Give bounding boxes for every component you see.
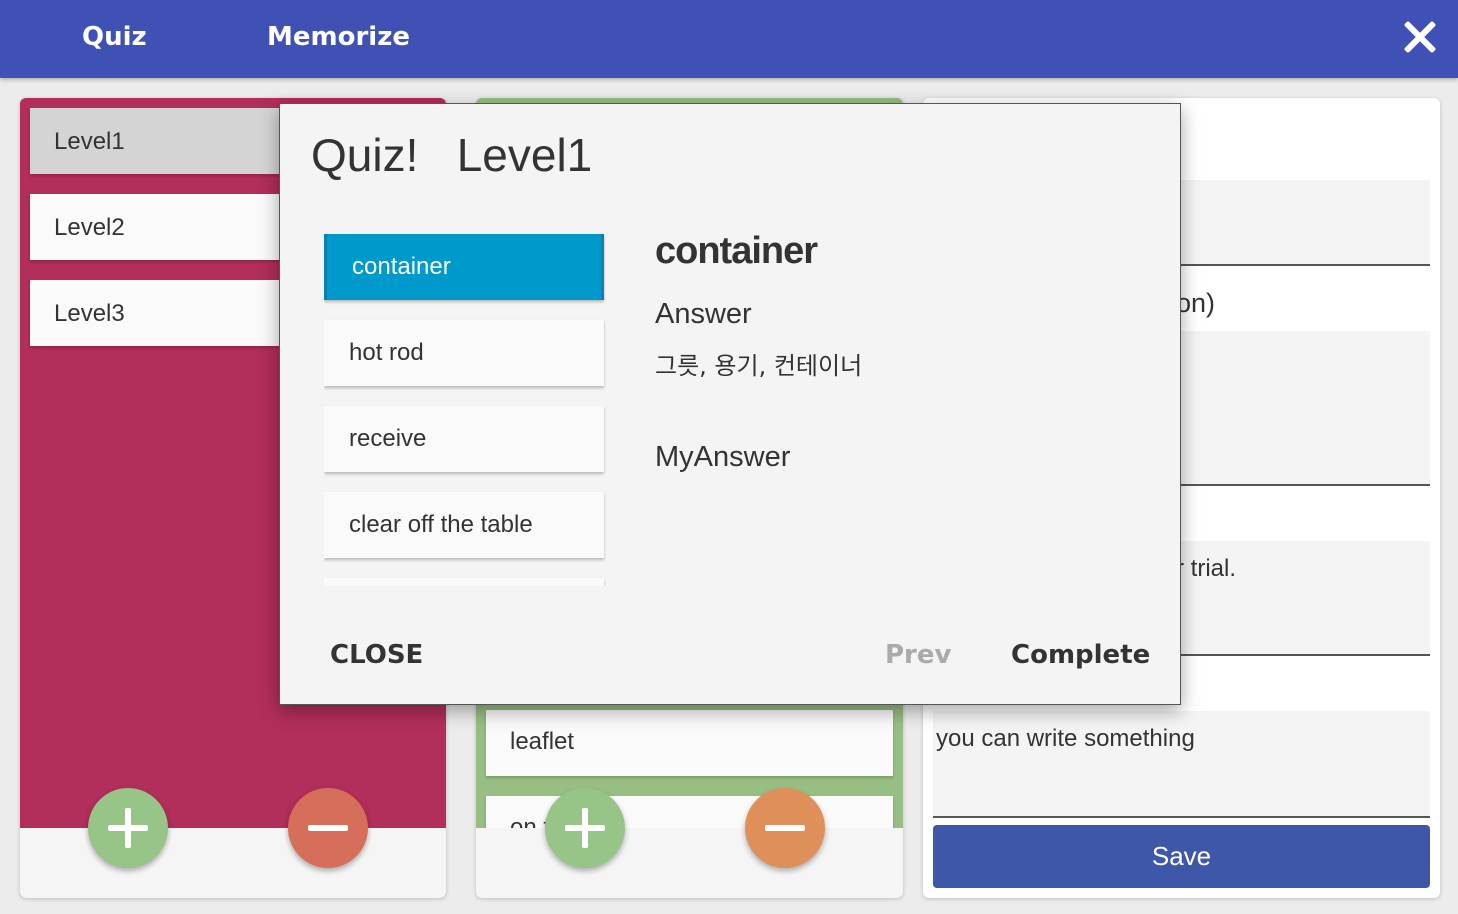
my-answer-label: MyAnswer — [655, 441, 791, 473]
answer-label: Answer — [655, 298, 752, 330]
tab-memorize[interactable]: Memorize — [267, 22, 410, 52]
remove-word-button[interactable] — [745, 788, 825, 868]
meaning-label: on) — [1176, 288, 1216, 318]
memo-field[interactable]: you can write something — [933, 711, 1430, 818]
minus-icon — [765, 825, 805, 831]
quiz-item[interactable]: receive — [324, 406, 604, 472]
word-item[interactable]: leaflet — [486, 710, 893, 776]
close-button[interactable]: CLOSE — [330, 640, 423, 670]
minus-icon — [308, 825, 348, 831]
quiz-item[interactable] — [324, 578, 604, 586]
quiz-word-list[interactable]: container hot rod receive clear off the … — [324, 234, 606, 586]
close-icon[interactable] — [1402, 20, 1436, 54]
complete-button[interactable]: Complete — [1011, 640, 1150, 670]
quiz-word: container — [655, 230, 818, 272]
words-footer — [476, 828, 903, 898]
quiz-item[interactable]: container — [324, 234, 604, 300]
quiz-dialog: Quiz! Level1 container hot rod receive c… — [279, 103, 1181, 705]
save-button[interactable]: Save — [933, 825, 1430, 888]
levels-footer — [20, 828, 446, 898]
add-word-button[interactable] — [545, 788, 625, 868]
quiz-item[interactable]: hot rod — [324, 320, 604, 386]
prev-button[interactable]: Prev — [885, 640, 951, 670]
quiz-item[interactable]: clear off the table — [324, 492, 604, 558]
dialog-title: Quiz! Level1 — [311, 129, 593, 181]
add-level-button[interactable] — [88, 788, 168, 868]
top-app-bar: Quiz Memorize — [0, 0, 1458, 78]
tab-quiz[interactable]: Quiz — [82, 22, 147, 52]
answer-text: 그릇, 용기, 컨테이너 — [655, 352, 863, 380]
remove-level-button[interactable] — [288, 788, 368, 868]
memo-placeholder: you can write something — [936, 725, 1195, 752]
